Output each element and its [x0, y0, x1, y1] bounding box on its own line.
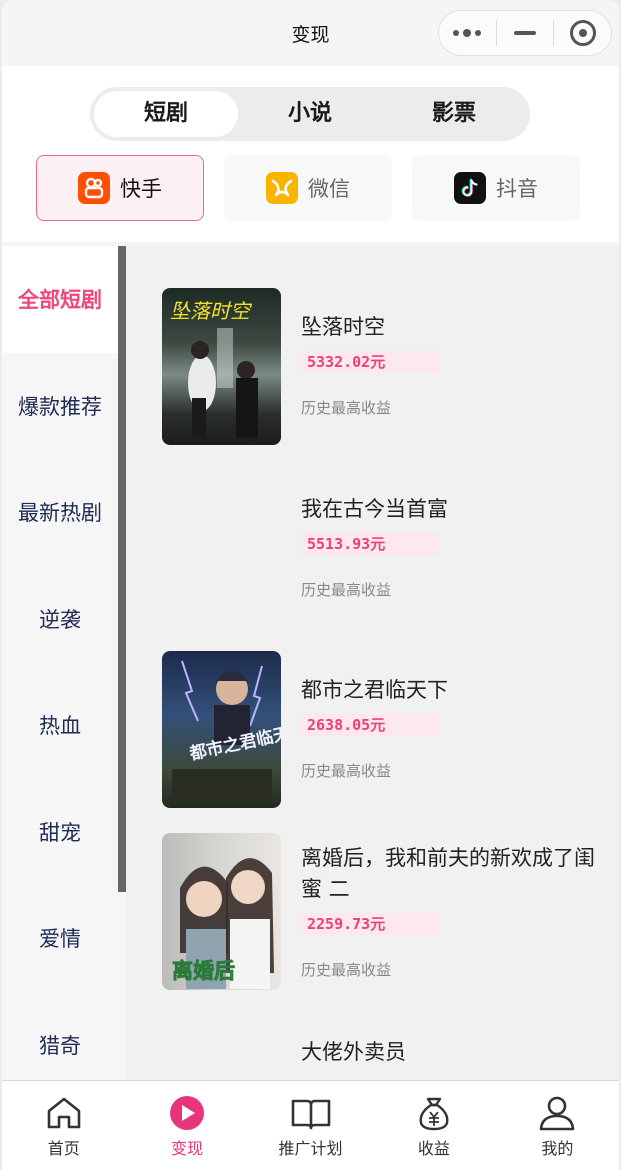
book-icon: [291, 1099, 330, 1130]
segment-yingpiao[interactable]: 影票: [382, 91, 526, 137]
category-hot[interactable]: 爆款推荐: [2, 353, 118, 460]
category-sidebar: 全部短剧 爆款推荐 最新热剧 逆袭 热血 甜宠 爱情 猎奇: [2, 246, 118, 1080]
category-nixi[interactable]: 逆袭: [2, 566, 118, 673]
title-bar: 变现: [2, 0, 619, 66]
douyin-icon: [454, 172, 486, 204]
platform-douyin[interactable]: 抖音: [412, 155, 580, 221]
category-aiqing[interactable]: 爱情: [2, 885, 118, 992]
segment-control: 短剧 小说 影票: [90, 87, 530, 141]
drama-earnings: 2638.05元: [301, 714, 440, 736]
drama-earnings-label: 历史最高收益: [301, 762, 392, 780]
menu-capsule: [438, 10, 612, 56]
tab-tuiguang[interactable]: 推广计划: [249, 1081, 372, 1170]
drama-earnings-label: 历史最高收益: [301, 961, 392, 979]
drama-earnings-label: 历史最高收益: [301, 581, 392, 599]
tab-label: 变现: [171, 1139, 204, 1158]
cover-title-text: 离婚后: [172, 959, 235, 983]
category-all[interactable]: 全部短剧: [2, 246, 118, 353]
close-button[interactable]: [554, 11, 611, 55]
drama-earnings-label: 历史最高收益: [301, 399, 392, 417]
segment-duanju[interactable]: 短剧: [94, 91, 238, 137]
list-item[interactable]: 都市之君临天下 都市之君临天下 2638.05元 历史最高收益: [126, 651, 619, 811]
home-icon: [47, 1097, 81, 1129]
drama-cover-image: 都市之君临天下: [162, 651, 281, 808]
sidebar-scrollbar[interactable]: [118, 246, 126, 892]
drama-title: 都市之君临天下: [301, 678, 448, 702]
drama-title: 我在古今当首富: [301, 497, 448, 521]
tab-label: 我的: [541, 1139, 574, 1158]
app-window: 变现 短剧 小说 影票 快手 微信 抖音 全部短剧 爆款推荐 最新热剧 逆袭 热…: [2, 0, 619, 1170]
platform-label: 微信: [308, 177, 350, 201]
category-new[interactable]: 最新热剧: [2, 459, 118, 566]
platform-tabs: 快手 微信 抖音: [2, 155, 619, 221]
category-rexue[interactable]: 热血: [2, 672, 118, 779]
segment-xiaoshuo[interactable]: 小说: [238, 91, 382, 137]
drama-earnings: 2259.73元: [301, 913, 440, 935]
drama-title: 大佬外卖员: [301, 1040, 406, 1064]
drama-cover-image: 离婚后: [162, 833, 281, 990]
drama-cover-image: 坠落时空: [162, 288, 281, 445]
kuaishou-icon: [78, 172, 110, 204]
list-item[interactable]: 坠落时空 坠落时空 5332.02元 历史最高收益: [126, 288, 619, 448]
minimize-button[interactable]: [497, 11, 554, 55]
platform-label: 快手: [120, 177, 162, 201]
drama-list: 坠落时空 坠落时空 5332.02元 历史最高收益 我在古今当首富 5513.9…: [126, 246, 619, 1080]
tab-label: 收益: [417, 1139, 450, 1158]
platform-weixin[interactable]: 微信: [224, 155, 392, 221]
tab-shouyi[interactable]: 收益: [372, 1081, 495, 1170]
category-tianchong[interactable]: 甜宠: [2, 779, 118, 886]
tab-label: 首页: [47, 1139, 80, 1158]
drama-earnings: 5513.93元: [301, 533, 440, 555]
bottom-tab-bar: 首页 变现 推广计划 收益 我的: [2, 1080, 619, 1170]
tab-wode[interactable]: 我的: [496, 1081, 619, 1170]
cover-title-text: 坠落时空: [170, 299, 253, 323]
drama-title: 离婚后，我和前夫的新欢成了闺蜜 二: [301, 846, 595, 901]
list-item[interactable]: 离婚后 离婚后，我和前夫的新欢成了闺蜜 二 2259.73元 历史最高收益: [126, 833, 619, 993]
platform-kuaishou[interactable]: 快手: [36, 155, 204, 221]
platform-label: 抖音: [496, 177, 538, 201]
tab-label: 推广计划: [278, 1139, 343, 1158]
more-dots-icon: [453, 29, 482, 37]
header: 短剧 小说 影票 快手 微信 抖音: [2, 66, 619, 242]
list-item[interactable]: 大佬外卖员: [126, 1015, 619, 1080]
user-icon: [540, 1096, 575, 1131]
close-target-icon: [569, 20, 596, 46]
play-icon: [170, 1096, 205, 1130]
drama-title: 坠落时空: [301, 315, 385, 339]
minimize-icon: [514, 31, 536, 35]
weixin-icon: [266, 172, 298, 204]
more-button[interactable]: [439, 11, 496, 55]
list-item[interactable]: 我在古今当首富 5513.93元 历史最高收益: [126, 470, 619, 630]
money-bag-icon: [419, 1097, 449, 1131]
drama-earnings: 5332.02元: [301, 351, 440, 373]
tab-home[interactable]: 首页: [2, 1081, 125, 1170]
tab-bianxian[interactable]: 变现: [125, 1081, 248, 1170]
